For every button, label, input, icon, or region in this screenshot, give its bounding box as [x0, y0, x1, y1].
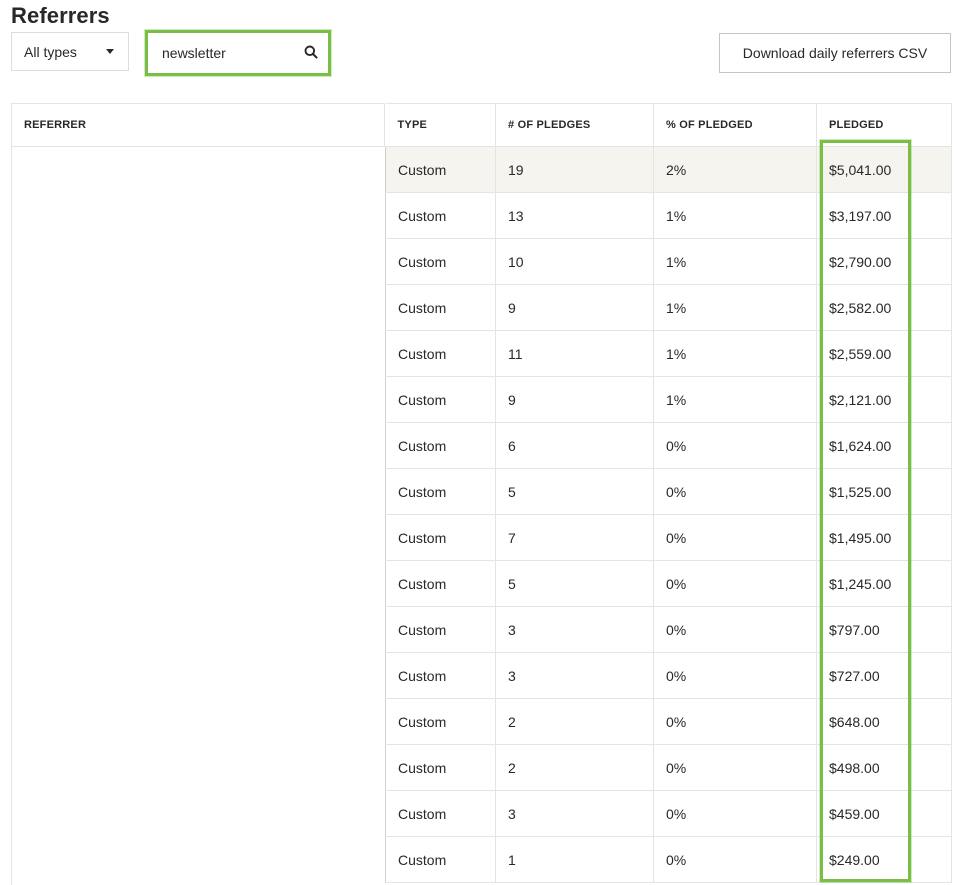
- search-icon[interactable]: [303, 44, 319, 60]
- column-header-referrer[interactable]: REFERRER: [12, 104, 385, 147]
- pledges-cell: 13: [495, 192, 654, 239]
- pledged-cell: $648.00: [816, 698, 952, 745]
- type-cell: Custom: [385, 238, 496, 285]
- type-cell: Custom: [385, 330, 496, 377]
- pledged-cell: $727.00: [816, 652, 952, 699]
- page-title: Referrers: [11, 3, 110, 28]
- pledged-cell: $2,121.00: [816, 376, 952, 423]
- percent-cell: 0%: [653, 468, 817, 515]
- percent-cell: 0%: [653, 560, 817, 607]
- type-cell: Custom: [385, 284, 496, 331]
- pledged-cell: $459.00: [816, 790, 952, 837]
- type-cell: Custom: [385, 744, 496, 791]
- pledged-cell: $2,559.00: [816, 330, 952, 377]
- percent-cell: 1%: [653, 376, 817, 423]
- pledges-cell: 6: [495, 422, 654, 469]
- percent-cell: 1%: [653, 238, 817, 285]
- search-field: [145, 30, 331, 76]
- type-cell: Custom: [385, 560, 496, 607]
- type-filter-value: All types: [24, 43, 77, 60]
- chevron-down-icon: [106, 49, 114, 54]
- percent-cell: 0%: [653, 790, 817, 837]
- column-header-percent[interactable]: % OF PLEDGED: [653, 103, 817, 147]
- table-row[interactable]: Custom 11 1% $2,559.00: [385, 330, 952, 377]
- pledges-cell: 5: [495, 468, 654, 515]
- table-row[interactable]: Custom 13 1% $3,197.00: [385, 192, 952, 239]
- table-row[interactable]: Custom 3 0% $797.00: [385, 606, 952, 653]
- type-cell: Custom: [385, 146, 496, 193]
- table-row[interactable]: Custom 19 2% $5,041.00: [385, 146, 952, 193]
- percent-cell: 1%: [653, 284, 817, 331]
- table-row[interactable]: Custom 10 1% $2,790.00: [385, 238, 952, 285]
- pledged-cell: $797.00: [816, 606, 952, 653]
- percent-cell: 0%: [653, 422, 817, 469]
- type-cell: Custom: [385, 606, 496, 653]
- table-row[interactable]: Custom 6 0% $1,624.00: [385, 422, 952, 469]
- pledges-cell: 11: [495, 330, 654, 377]
- pledges-cell: 3: [495, 790, 654, 837]
- pledged-cell: $1,245.00: [816, 560, 952, 607]
- pledges-cell: 9: [495, 376, 654, 423]
- referrers-table: REFERRER TYPE # OF PLEDGES % OF PLEDGED …: [11, 103, 952, 885]
- table-row[interactable]: Custom 3 0% $459.00: [385, 790, 952, 837]
- pledges-cell: 5: [495, 560, 654, 607]
- pledges-cell: 3: [495, 606, 654, 653]
- percent-cell: 0%: [653, 652, 817, 699]
- percent-cell: 0%: [653, 698, 817, 745]
- type-cell: Custom: [385, 790, 496, 837]
- pledges-cell: 2: [495, 744, 654, 791]
- pledges-cell: 19: [495, 146, 654, 193]
- pledged-cell: $1,495.00: [816, 514, 952, 561]
- download-csv-button[interactable]: Download daily referrers CSV: [719, 33, 951, 73]
- pledges-cell: 1: [495, 836, 654, 883]
- percent-cell: 2%: [653, 146, 817, 193]
- search-input[interactable]: [151, 36, 325, 70]
- type-cell: Custom: [385, 836, 496, 883]
- pledged-cell: $498.00: [816, 744, 952, 791]
- referrer-column: REFERRER: [11, 103, 385, 885]
- table-row[interactable]: Custom 1 0% $249.00: [385, 836, 952, 883]
- column-header-type[interactable]: TYPE: [385, 103, 496, 147]
- table-row[interactable]: Custom 9 1% $2,582.00: [385, 284, 952, 331]
- pledged-cell: $2,790.00: [816, 238, 952, 285]
- percent-cell: 1%: [653, 330, 817, 377]
- table-row[interactable]: Custom 2 0% $498.00: [385, 744, 952, 791]
- type-filter-dropdown[interactable]: All types: [11, 32, 129, 71]
- table-row[interactable]: Custom 9 1% $2,121.00: [385, 376, 952, 423]
- table-row[interactable]: Custom 3 0% $727.00: [385, 652, 952, 699]
- table-row[interactable]: Custom 7 0% $1,495.00: [385, 514, 952, 561]
- table-header-row: TYPE # OF PLEDGES % OF PLEDGED PLEDGED: [385, 103, 952, 147]
- pledges-cell: 2: [495, 698, 654, 745]
- pledges-cell: 9: [495, 284, 654, 331]
- table-row[interactable]: Custom 2 0% $648.00: [385, 698, 952, 745]
- percent-cell: 0%: [653, 744, 817, 791]
- type-cell: Custom: [385, 468, 496, 515]
- column-header-pledged[interactable]: PLEDGED: [816, 103, 952, 147]
- referrers-data-table: TYPE # OF PLEDGES % OF PLEDGED PLEDGED C…: [385, 103, 952, 883]
- pledges-cell: 7: [495, 514, 654, 561]
- pledged-cell: $1,624.00: [816, 422, 952, 469]
- type-cell: Custom: [385, 422, 496, 469]
- pledged-cell: $2,582.00: [816, 284, 952, 331]
- percent-cell: 1%: [653, 192, 817, 239]
- pledged-cell: $1,525.00: [816, 468, 952, 515]
- pledges-cell: 3: [495, 652, 654, 699]
- pledged-cell: $5,041.00: [816, 146, 952, 193]
- pledges-cell: 10: [495, 238, 654, 285]
- pledged-cell: $3,197.00: [816, 192, 952, 239]
- column-header-pledges[interactable]: # OF PLEDGES: [495, 103, 654, 147]
- table-row[interactable]: Custom 5 0% $1,245.00: [385, 560, 952, 607]
- table-row[interactable]: Custom 5 0% $1,525.00: [385, 468, 952, 515]
- type-cell: Custom: [385, 652, 496, 699]
- type-cell: Custom: [385, 514, 496, 561]
- type-cell: Custom: [385, 192, 496, 239]
- percent-cell: 0%: [653, 836, 817, 883]
- percent-cell: 0%: [653, 606, 817, 653]
- type-cell: Custom: [385, 376, 496, 423]
- type-cell: Custom: [385, 698, 496, 745]
- pledged-cell: $249.00: [816, 836, 952, 883]
- percent-cell: 0%: [653, 514, 817, 561]
